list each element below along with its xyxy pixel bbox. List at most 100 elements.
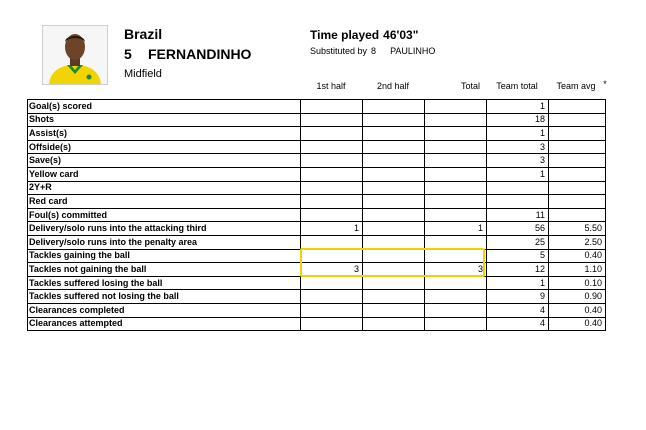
- cell-first-half: 1: [300, 221, 363, 236]
- cell-first-half: [300, 289, 363, 304]
- cell-team-total: 18: [486, 112, 549, 128]
- cell-total: [424, 139, 487, 155]
- cell-team-avg: 5.50: [548, 221, 606, 236]
- cell-team-total: 9: [486, 289, 549, 304]
- cell-team-avg: 0.40: [548, 302, 606, 318]
- cell-team-avg: [548, 180, 606, 196]
- row-label: Goal(s) scored: [27, 99, 301, 114]
- row-label: Shots: [27, 112, 301, 128]
- cell-team-total: 3: [486, 153, 549, 168]
- table-row: Goal(s) scored 1: [27, 99, 606, 114]
- cell-first-half: [300, 234, 363, 250]
- cell-team-total: 11: [486, 207, 549, 223]
- cell-team-avg: 0.90: [548, 289, 606, 304]
- cell-second-half: [362, 221, 425, 236]
- cell-total: [424, 234, 487, 250]
- player-position: Midfield: [124, 68, 162, 80]
- substitution-info: Substituted by 8 PAULINHO: [310, 46, 435, 56]
- cell-team-total: 12: [486, 262, 549, 277]
- col-header-total-text: Total: [460, 81, 480, 91]
- cell-total: [424, 194, 487, 209]
- cell-first-half: [300, 166, 363, 182]
- cell-second-half: [362, 99, 425, 114]
- player-portrait-image: [43, 26, 107, 84]
- cell-team-avg: 2.50: [548, 234, 606, 250]
- cell-total: [424, 275, 487, 291]
- team-name: Brazil: [124, 26, 163, 42]
- cell-team-avg: 0.10: [548, 275, 606, 291]
- cell-team-avg: [548, 99, 606, 114]
- cell-team-avg: [548, 112, 606, 128]
- table-row: 2Y+R: [27, 180, 606, 196]
- cell-total: [424, 112, 487, 128]
- cell-total: [424, 207, 487, 223]
- cell-team-avg: 1.10: [548, 262, 606, 277]
- cell-team-total: [486, 180, 549, 196]
- cell-second-half: [362, 275, 425, 291]
- table-row: Delivery/solo runs into the penalty area…: [27, 234, 606, 250]
- cell-first-half: [300, 180, 363, 196]
- cell-total: [424, 166, 487, 182]
- cell-second-half: [362, 139, 425, 155]
- cell-total: [424, 99, 487, 114]
- col-header-team-avg: Team avg: [548, 81, 604, 91]
- col-header-second-half: 2nd half: [376, 81, 410, 91]
- cell-team-total: 1: [486, 166, 549, 182]
- cell-total: 3: [424, 262, 487, 277]
- col-header-first-half: 1st half: [316, 81, 346, 91]
- cell-total: [424, 153, 487, 168]
- cell-team-total: 1: [486, 275, 549, 291]
- table-row: Clearances completed 4 0.40: [27, 302, 606, 318]
- row-label: Tackles suffered not losing the ball: [27, 289, 301, 304]
- col-header-team-avg-text: Team avg: [556, 81, 596, 91]
- cell-first-half: [300, 112, 363, 128]
- table-row: Tackles suffered losing the ball 1 0.10: [27, 275, 606, 291]
- table-row: Clearances attempted 4 0.40: [27, 316, 606, 332]
- player-photo: [42, 25, 108, 85]
- cell-team-total: 4: [486, 316, 549, 332]
- cell-team-total: 56: [486, 221, 549, 236]
- table-row: Foul(s) committed 11: [27, 207, 606, 223]
- cell-second-half: [362, 302, 425, 318]
- table-row: Tackles not gaining the ball 3 3 12 1.10: [27, 262, 606, 277]
- table-row: Offside(s) 3: [27, 139, 606, 155]
- cell-second-half: [362, 194, 425, 209]
- cell-total: [424, 248, 487, 264]
- cell-second-half: [362, 180, 425, 196]
- cell-team-avg: 0.40: [548, 248, 606, 264]
- cell-second-half: [362, 248, 425, 264]
- cell-team-total: 1: [486, 126, 549, 141]
- table-row: Red card: [27, 194, 606, 209]
- row-label: Tackles not gaining the ball: [27, 262, 301, 277]
- row-label: Tackles suffered losing the ball: [27, 275, 301, 291]
- cell-total: [424, 126, 487, 141]
- col-header-team-total: Team total: [496, 81, 538, 91]
- cell-first-half: [300, 207, 363, 223]
- row-label: Clearances attempted: [27, 316, 301, 332]
- row-label: 2Y+R: [27, 180, 301, 196]
- row-label: Yellow card: [27, 166, 301, 182]
- cell-first-half: [300, 99, 363, 114]
- player-heading: 5 FERNANDINHO: [124, 46, 251, 62]
- substituted-label: Substituted by: [310, 46, 368, 56]
- cell-first-half: [300, 302, 363, 318]
- substituted-name: PAULINHO: [390, 46, 436, 56]
- cell-second-half: [362, 153, 425, 168]
- cell-first-half: [300, 194, 363, 209]
- col-header-total: Total: [424, 81, 486, 91]
- cell-first-half: [300, 139, 363, 155]
- cell-team-avg: [548, 153, 606, 168]
- cell-second-half: [362, 234, 425, 250]
- cell-second-half: [362, 316, 425, 332]
- stats-table: Goal(s) scored 1 Shots 18 Assist(s) 1 Offside(…: [27, 99, 606, 332]
- table-row: Tackles gaining the ball 5 0.40: [27, 248, 606, 264]
- table-row: Yellow card 1: [27, 166, 606, 182]
- cell-total: [424, 180, 487, 196]
- cell-first-half: [300, 153, 363, 168]
- cell-team-avg: [548, 126, 606, 141]
- row-label: Offside(s): [27, 139, 301, 155]
- table-row: Tackles suffered not losing the ball 9 0.9…: [27, 289, 606, 304]
- cell-team-avg: [548, 166, 606, 182]
- cell-total: [424, 316, 487, 332]
- row-label: Foul(s) committed: [27, 207, 301, 223]
